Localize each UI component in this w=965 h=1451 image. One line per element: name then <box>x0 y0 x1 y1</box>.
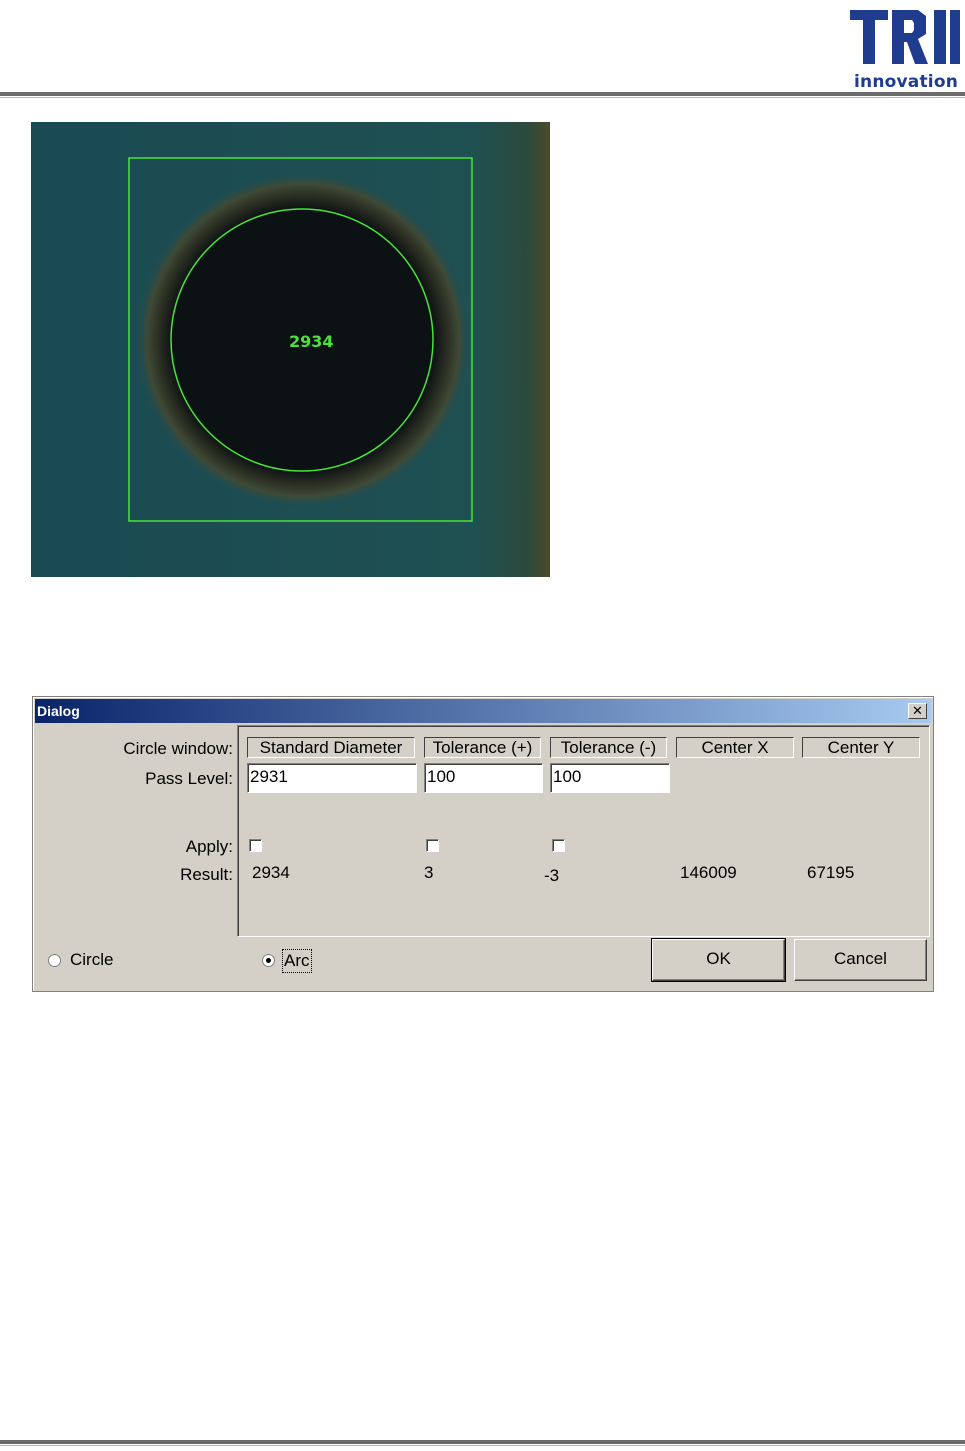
inspection-camera-image: 2934 <box>31 122 550 577</box>
header-center-y: Center Y <box>802 737 920 758</box>
result-center-y: 67195 <box>807 863 855 882</box>
pass-level-label: Pass Level: <box>145 769 233 788</box>
cancel-button[interactable]: Cancel <box>794 939 927 981</box>
result-center-x: 146009 <box>680 863 737 882</box>
header-tolerance-plus: Tolerance (+) <box>424 737 541 758</box>
header-divider <box>0 92 965 96</box>
close-button[interactable]: ✕ <box>908 703 927 719</box>
header-tolerance-minus: Tolerance (-) <box>550 737 667 758</box>
header-divider-thin <box>0 97 965 98</box>
arc-radio-label[interactable]: Arc <box>282 949 312 973</box>
apply-standard-diameter-checkbox[interactable] <box>249 839 262 852</box>
tri-logo: innovation <box>848 6 962 92</box>
tolerance-plus-input[interactable]: 100 <box>424 763 543 793</box>
circle-radio-label[interactable]: Circle <box>70 950 113 970</box>
circle-inspection-dialog: Dialog ✕ Circle window: Pass Level: Appl… <box>32 696 934 992</box>
circle-window-label: Circle window: <box>123 739 233 758</box>
ok-button[interactable]: OK <box>651 938 786 982</box>
standard-diameter-input[interactable]: 2931 <box>247 763 417 793</box>
header-center-x: Center X <box>676 737 794 758</box>
close-icon: ✕ <box>912 703 923 718</box>
result-tolerance-minus: -3 <box>544 866 560 885</box>
dialog-titlebar[interactable]: Dialog ✕ <box>35 699 931 723</box>
header-standard-diameter: Standard Diameter <box>247 737 415 758</box>
logo-subtitle: innovation <box>854 72 958 92</box>
dialog-title: Dialog <box>37 703 80 719</box>
result-label: Result: <box>180 865 233 884</box>
result-tolerance-plus: 3 <box>424 863 434 882</box>
tri-logo-mark <box>850 10 960 64</box>
footer-divider-thin <box>0 1445 965 1446</box>
circle-radio[interactable] <box>48 954 61 967</box>
apply-label: Apply: <box>185 837 233 856</box>
measured-diameter-label: 2934 <box>289 332 334 351</box>
tolerance-minus-input[interactable]: 100 <box>550 763 670 793</box>
apply-tolerance-plus-checkbox[interactable] <box>426 839 439 852</box>
footer-divider <box>0 1440 965 1444</box>
result-standard-diameter: 2934 <box>252 863 290 882</box>
apply-tolerance-minus-checkbox[interactable] <box>552 839 565 852</box>
arc-radio[interactable] <box>262 954 275 967</box>
